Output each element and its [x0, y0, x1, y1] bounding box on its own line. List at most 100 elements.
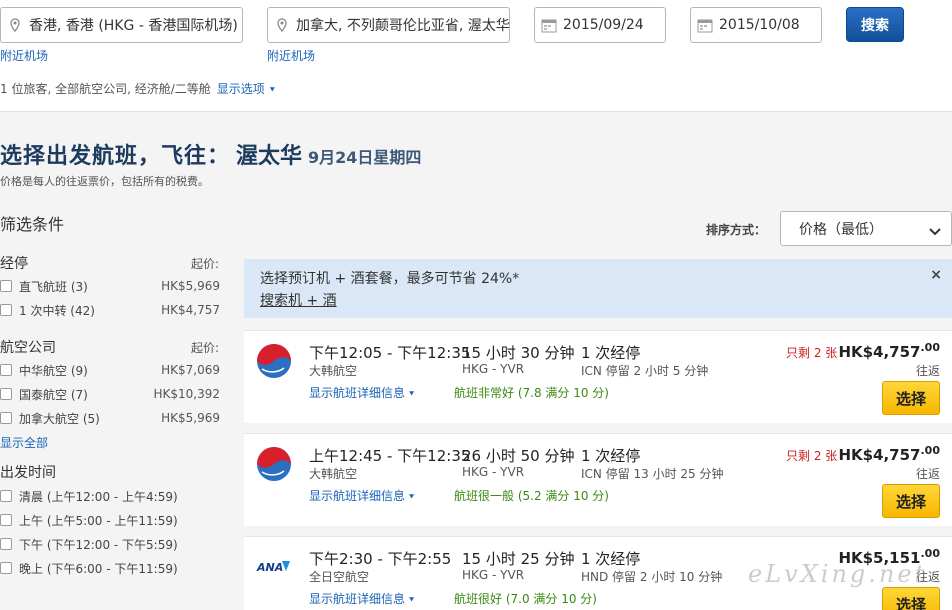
show-options-link[interactable]: 显示选项 [217, 82, 265, 96]
filter-departure-morning[interactable]: 上午 (上午5:00 - 上午11:59) [0, 510, 220, 530]
flight-details-link[interactable]: 显示航班详细信息 ⯆ [309, 384, 415, 401]
filter-airline-cathay[interactable]: 国泰航空 (7) HK$10,392 [0, 384, 220, 404]
flight-times: 上午12:45 - 下午12:35 [309, 447, 471, 465]
korean-air-logo-icon [256, 343, 292, 379]
flight-times: 下午2:30 - 下午2:55 [309, 550, 452, 568]
destination-city: 渥太华 [236, 144, 303, 169]
nearby-airports-destination-link[interactable]: 附近机场 [267, 47, 315, 64]
depart-date-value: 2015/09/24 [563, 17, 644, 33]
flight-details-label: 显示航班详细信息 [309, 489, 406, 503]
double-chevron-down-icon[interactable]: ⯆ [269, 86, 276, 96]
flight-stop-info: ICN 停留 13 小时 25 分钟 [581, 467, 724, 481]
flight-card: 下午12:05 - 下午12:35 大韩航空 显示航班详细信息 ⯆ 15 小时 3… [244, 330, 952, 423]
departure-date: 9月24日星期四 [308, 148, 422, 167]
filter-label: 清晨 (上午12:00 - 上午4:59) [19, 489, 178, 504]
filter-departure-early-morning[interactable]: 清晨 (上午12:00 - 上午4:59) [0, 486, 220, 506]
flight-times: 下午12:05 - 下午12:35 [309, 344, 471, 362]
airline-name: 大韩航空 [309, 364, 358, 378]
filter-stops-one[interactable]: 1 次中转 (42) HK$4,757 [0, 300, 220, 320]
depart-date-input[interactable]: 2015/09/24 [534, 7, 666, 43]
select-flight-button[interactable]: 选择 [882, 381, 940, 415]
price-cents: .00 [920, 341, 941, 354]
price-main: HK$4,757 [838, 343, 921, 361]
show-all-airlines-link[interactable]: 显示全部 [0, 434, 48, 451]
flight-rating: 航班很好 (7.0 满分 10 分) [454, 592, 597, 606]
flight-rating: 航班非常好 (7.8 满分 10 分) [454, 386, 609, 400]
flight-price: HK$4,757.00 [838, 444, 940, 464]
search-button[interactable]: 搜索 [846, 7, 904, 42]
filter-label: 上午 (上午5:00 - 上午11:59) [19, 513, 178, 528]
promo-text: 选择预订机 + 酒套餐，最多可节省 24%* [260, 271, 520, 287]
chevron-down-icon [929, 224, 941, 240]
price-cents: .00 [920, 444, 941, 457]
flight-duration: 15 小时 30 分钟 [462, 344, 575, 362]
flight-details-label: 显示航班详细信息 [309, 592, 406, 606]
destination-value: 加拿大, 不列颠哥伦比亚省, 渥太华 [296, 18, 509, 34]
flight-stops: 1 次经停 [581, 344, 641, 362]
checkbox[interactable] [0, 490, 12, 502]
package-promo-banner: 选择预订机 + 酒套餐，最多可节省 24%* 搜索机 + 酒 × [244, 259, 952, 318]
checkbox[interactable] [0, 412, 12, 424]
search-summary-text: 1 位旅客, 全部航空公司, 经济舱/二等舱 [0, 82, 211, 96]
ana-logo-icon: ANA [256, 549, 292, 585]
location-pin-icon [1, 18, 29, 32]
filter-group-airlines-title: 航空公司 [0, 340, 56, 356]
price-note: 价格是每人的往返票价，包括所有的税费。 [0, 175, 209, 188]
select-flight-button[interactable]: 选择 [882, 587, 940, 610]
flight-rating: 航班很一般 (5.2 满分 10 分) [454, 489, 609, 503]
filter-stops-nonstop[interactable]: 直飞航班 (3) HK$5,969 [0, 276, 220, 296]
filter-stops-from-label: 起价: [191, 257, 220, 271]
filters-title: 筛选条件 [0, 215, 65, 234]
return-date-input[interactable]: 2015/10/08 [690, 7, 822, 43]
double-chevron-down-icon: ⯆ [408, 596, 416, 606]
select-flight-button[interactable]: 选择 [882, 484, 940, 518]
filter-price: HK$4,757 [161, 303, 220, 317]
checkbox[interactable] [0, 304, 12, 316]
sort-select[interactable]: 价格（最低） [780, 211, 952, 246]
filter-label: 晚上 (下午6:00 - 下午11:59) [19, 561, 178, 576]
filter-group-stops-title: 经停 [0, 256, 28, 272]
price-cents: .00 [920, 547, 941, 560]
checkbox[interactable] [0, 562, 12, 574]
filter-price: HK$7,069 [161, 363, 220, 377]
search-panel: 香港, 香港 (HKG - 香港国际机场) 加拿大, 不列颠哥伦比亚省, 渥太华… [0, 0, 952, 112]
price-main: HK$4,757 [838, 446, 921, 464]
return-date-value: 2015/10/08 [719, 17, 800, 33]
filter-label: 中华航空 (9) [19, 363, 88, 378]
filter-airline-china-airlines[interactable]: 中华航空 (9) HK$7,069 [0, 360, 220, 380]
close-icon[interactable]: × [930, 267, 942, 283]
calendar-icon [535, 18, 563, 33]
flight-duration: 26 小时 50 分钟 [462, 447, 575, 465]
page-title-text: 选择出发航班，飞往： [0, 144, 231, 169]
flight-card: 上午12:45 - 下午12:35 大韩航空 显示航班详细信息 ⯆ 26 小时 5… [244, 433, 952, 526]
double-chevron-down-icon: ⯆ [408, 390, 416, 400]
filter-label: 加拿大航空 (5) [19, 411, 100, 426]
checkbox[interactable] [0, 364, 12, 376]
trip-type: 往返 [915, 467, 940, 481]
nearby-airports-origin-link[interactable]: 附近机场 [0, 47, 48, 64]
destination-input[interactable]: 加拿大, 不列颠哥伦比亚省, 渥太华 [267, 7, 510, 43]
flight-details-label: 显示航班详细信息 [309, 386, 406, 400]
checkbox[interactable] [0, 388, 12, 400]
flight-stop-info: HND 停留 2 小时 10 分钟 [581, 570, 723, 584]
seats-left: 只剩 2 张 [786, 449, 838, 463]
promo-link[interactable]: 搜索机 + 酒 [260, 290, 337, 310]
checkbox[interactable] [0, 538, 12, 550]
filter-departure-afternoon[interactable]: 下午 (下午12:00 - 下午5:59) [0, 534, 220, 554]
filter-label: 直飞航班 (3) [19, 279, 88, 294]
flight-details-link[interactable]: 显示航班详细信息 ⯆ [309, 487, 415, 504]
seats-left: 只剩 2 张 [786, 346, 838, 360]
origin-value: 香港, 香港 (HKG - 香港国际机场) [29, 18, 238, 34]
filter-price: HK$5,969 [161, 411, 220, 425]
filter-departure-evening[interactable]: 晚上 (下午6:00 - 下午11:59) [0, 558, 220, 578]
filter-group-departure-title: 出发时间 [0, 465, 56, 481]
checkbox[interactable] [0, 280, 12, 292]
filter-label: 国泰航空 (7) [19, 387, 88, 402]
filter-airlines-from-label: 起价: [191, 341, 220, 355]
flight-details-link[interactable]: 显示航班详细信息 ⯆ [309, 590, 415, 607]
flight-price: HK$4,757.00 [838, 341, 940, 361]
flight-stops: 1 次经停 [581, 447, 641, 465]
origin-input[interactable]: 香港, 香港 (HKG - 香港国际机场) [0, 7, 243, 43]
filter-airline-air-canada[interactable]: 加拿大航空 (5) HK$5,969 [0, 408, 220, 428]
checkbox[interactable] [0, 514, 12, 526]
